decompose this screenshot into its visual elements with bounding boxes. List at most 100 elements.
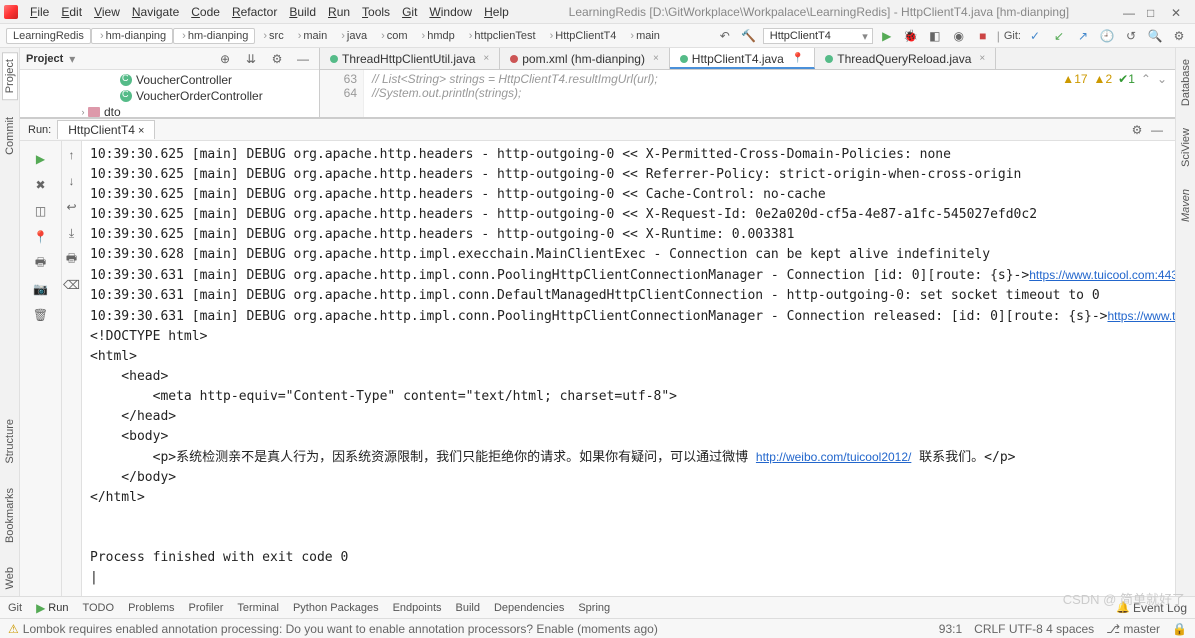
breadcrumb[interactable]: HttpClientT4 — [542, 29, 623, 43]
breadcrumb[interactable]: LearningRedis — [6, 28, 91, 44]
soft-wrap-icon[interactable]: ↩ — [62, 197, 82, 217]
run-button[interactable]: ▶ — [877, 26, 897, 46]
scroll-end-icon[interactable]: ⤓ — [62, 223, 82, 243]
breadcrumb[interactable]: hmdp — [414, 29, 461, 43]
menu-run[interactable]: Run — [322, 3, 356, 21]
tree-node[interactable]: VoucherController — [20, 72, 319, 88]
bottom-tab-run[interactable]: ▶ Run — [36, 601, 68, 615]
run-tab[interactable]: HttpClientT4 × — [57, 120, 155, 139]
menu-git[interactable]: Git — [396, 3, 423, 21]
run-layout-icon[interactable]: ◫ — [31, 201, 51, 221]
menu-view[interactable]: View — [88, 3, 126, 21]
project-hide-icon[interactable]: — — [293, 49, 313, 69]
search-icon[interactable]: 🔍 — [1145, 26, 1165, 46]
bottom-tab-build[interactable]: Build — [456, 601, 480, 615]
encoding-info[interactable]: CRLF UTF-8 4 spaces — [974, 622, 1094, 636]
git-update-icon[interactable]: ✓ — [1025, 26, 1045, 46]
scroll-up-icon[interactable]: ↑ — [62, 145, 82, 165]
breadcrumb[interactable]: src — [255, 29, 289, 43]
menu-help[interactable]: Help — [478, 3, 515, 21]
minimize-button[interactable]: — — [1123, 6, 1135, 18]
bottom-tab-dependencies[interactable]: Dependencies — [494, 601, 564, 615]
hammer-icon[interactable]: 🔨 — [739, 26, 759, 46]
menu-build[interactable]: Build — [283, 3, 322, 21]
breadcrumb[interactable]: hm-dianping — [173, 28, 255, 44]
git-commit-icon[interactable]: ↙ — [1049, 26, 1069, 46]
close-tab-icon[interactable]: × — [979, 53, 985, 64]
debug-button[interactable]: 🐞 — [901, 26, 921, 46]
event-log-button[interactable]: 🔔 Event Log — [1116, 601, 1187, 615]
tree-node[interactable]: ›dto — [20, 104, 319, 117]
link[interactable]: http://weibo.com/tuicool2012/ — [756, 450, 911, 464]
coverage-button[interactable]: ◧ — [925, 26, 945, 46]
print-console-icon[interactable]: 🖶 — [62, 249, 82, 269]
git-rollback-icon[interactable]: ↺ — [1121, 26, 1141, 46]
rerun-button[interactable]: ▶ — [31, 149, 51, 169]
scroll-down-icon[interactable]: ↓ — [62, 171, 82, 191]
tree-node[interactable]: VoucherOrderController — [20, 88, 319, 104]
tool-web[interactable]: Web — [2, 560, 18, 596]
settings-icon[interactable]: ⚙ — [1169, 26, 1189, 46]
bottom-tab-profiler[interactable]: Profiler — [189, 601, 224, 615]
project-settings-icon[interactable]: ⚙ — [267, 49, 287, 69]
close-tab-icon[interactable]: × — [483, 53, 489, 64]
bottom-tab-git[interactable]: Git — [8, 601, 22, 615]
run-config-combo[interactable]: HttpClientT4 — [763, 28, 873, 44]
close-tab-icon[interactable]: × — [653, 53, 659, 64]
editor-tab[interactable]: HttpClientT4.java📍 — [670, 48, 816, 69]
nav-back-icon[interactable]: ↶ — [715, 26, 735, 46]
editor-tab[interactable]: pom.xml (hm-dianping)× — [500, 48, 670, 69]
stop-run-button[interactable]: ✖ — [31, 175, 51, 195]
profile-button[interactable]: ◉ — [949, 26, 969, 46]
bottom-tab-spring[interactable]: Spring — [578, 601, 610, 615]
run-dump-icon[interactable]: 📷 — [31, 279, 51, 299]
breadcrumb[interactable]: main — [622, 29, 666, 43]
tool-bookmarks[interactable]: Bookmarks — [2, 481, 18, 550]
run-delete-icon[interactable]: 🗑 — [31, 305, 51, 325]
editor-tab[interactable]: ThreadQueryReload.java× — [815, 48, 996, 69]
menu-window[interactable]: Window — [423, 3, 478, 21]
bottom-tab-python-packages[interactable]: Python Packages — [293, 601, 379, 615]
run-pin-icon[interactable]: 📍 — [31, 227, 51, 247]
breadcrumb[interactable]: hm-dianping — [91, 28, 173, 44]
menu-code[interactable]: Code — [185, 3, 226, 21]
bottom-tab-todo[interactable]: TODO — [82, 601, 114, 615]
breadcrumb[interactable]: httpclienTest — [461, 29, 542, 43]
run-print-icon[interactable]: 🖶 — [31, 253, 51, 273]
tool-maven[interactable]: Maven — [1178, 182, 1194, 229]
status-message[interactable]: Lombok requires enabled annotation proce… — [23, 622, 927, 636]
git-push-icon[interactable]: ↗ — [1073, 26, 1093, 46]
stop-button[interactable]: ■ — [973, 26, 993, 46]
project-collapse-icon[interactable]: ⇊ — [241, 49, 261, 69]
tool-structure[interactable]: Structure — [2, 412, 18, 471]
lock-icon[interactable]: 🔒 — [1172, 622, 1187, 636]
breadcrumb[interactable]: java — [333, 29, 373, 43]
tool-sciview[interactable]: SciView — [1178, 121, 1194, 174]
menu-file[interactable]: File — [24, 3, 55, 21]
project-select-opened-icon[interactable]: ⊕ — [215, 49, 235, 69]
tool-commit[interactable]: Commit — [2, 110, 18, 162]
inspection-badges[interactable]: ▲17 ▲2 ✔1 ⌃ ⌄ — [1062, 72, 1167, 86]
link[interactable]: https://www.tuicool.com:443 — [1029, 268, 1175, 282]
caret-position[interactable]: 93:1 — [939, 622, 962, 636]
git-branch[interactable]: ⎇ master — [1106, 622, 1160, 636]
menu-refactor[interactable]: Refactor — [226, 3, 283, 21]
menu-edit[interactable]: Edit — [55, 3, 88, 21]
console-output[interactable]: 10:39:30.625 [main] DEBUG org.apache.htt… — [82, 141, 1175, 596]
maximize-button[interactable]: □ — [1147, 6, 1159, 18]
run-settings-icon[interactable]: ⚙ — [1127, 120, 1147, 140]
tool-project[interactable]: Project — [2, 52, 18, 100]
bottom-tab-endpoints[interactable]: Endpoints — [393, 601, 442, 615]
clear-console-icon[interactable]: ⌫ — [62, 275, 82, 295]
run-hide-icon[interactable]: — — [1147, 120, 1167, 140]
link[interactable]: https://www.tuicool.com:443 — [1107, 309, 1175, 323]
editor-tab[interactable]: ThreadHttpClientUtil.java× — [320, 48, 500, 69]
breadcrumb[interactable]: main — [290, 29, 334, 43]
close-button[interactable]: ✕ — [1171, 6, 1183, 18]
pin-icon[interactable]: 📍 — [792, 53, 804, 64]
bottom-tab-problems[interactable]: Problems — [128, 601, 174, 615]
git-history-icon[interactable]: 🕘 — [1097, 26, 1117, 46]
bottom-tab-terminal[interactable]: Terminal — [237, 601, 279, 615]
editor-content[interactable]: // List<String> strings = HttpClientT4.r… — [364, 70, 1175, 117]
menu-navigate[interactable]: Navigate — [126, 3, 185, 21]
